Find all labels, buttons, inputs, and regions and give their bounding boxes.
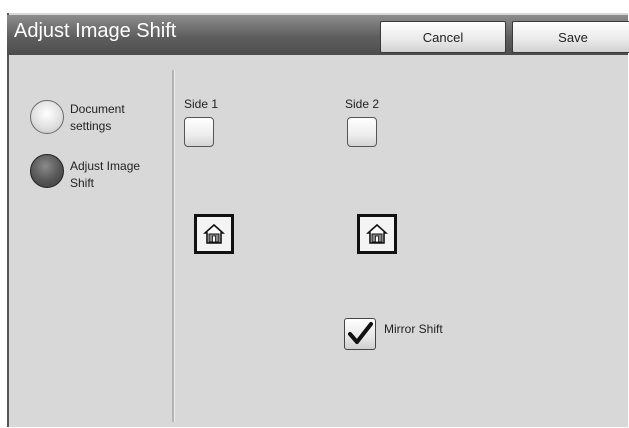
side1-home-button[interactable] — [194, 214, 234, 254]
home-icon — [203, 223, 225, 244]
side1-button[interactable] — [184, 117, 214, 147]
panel-divider — [172, 70, 175, 422]
document-settings-radio[interactable] — [30, 100, 64, 134]
mirror-shift-label: Mirror Shift — [384, 322, 443, 336]
save-button[interactable]: Save — [512, 21, 629, 53]
check-icon — [348, 322, 373, 344]
side2-label: Side 2 — [345, 97, 380, 111]
side1-label: Side 1 — [184, 97, 219, 111]
side2-home-button[interactable] — [357, 214, 397, 254]
document-settings-label: Document settings — [70, 102, 125, 133]
page-title: Adjust Image Shift — [14, 20, 177, 42]
side2-button[interactable] — [347, 117, 377, 147]
top-strip — [0, 0, 629, 12]
adjust-image-shift-radio[interactable] — [30, 154, 64, 188]
home-icon — [366, 223, 388, 244]
dialog-frame — [7, 13, 628, 427]
cancel-button[interactable]: Cancel — [380, 21, 506, 53]
mirror-shift-checkbox[interactable] — [344, 318, 376, 350]
adjust-image-shift-label: Adjust Image Shift — [70, 159, 141, 190]
